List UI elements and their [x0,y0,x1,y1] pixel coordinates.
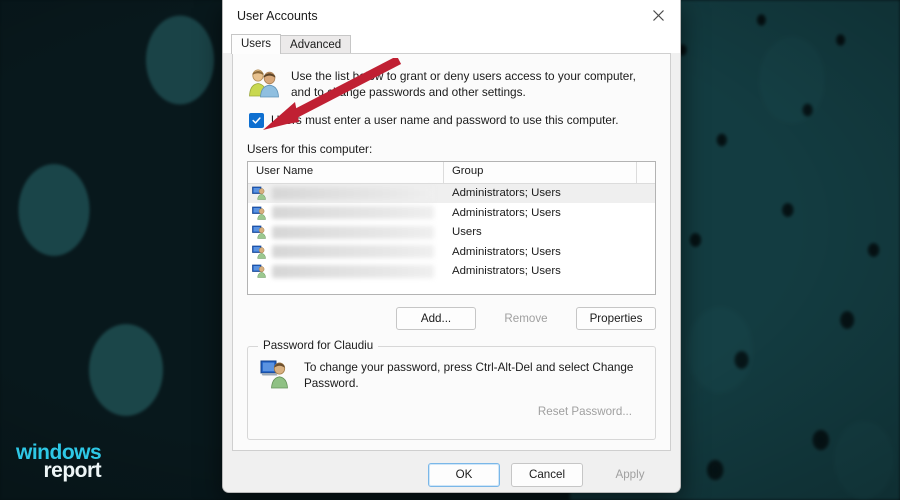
intro-line-2: and to change passwords and other settin… [291,85,526,100]
column-header-spacer[interactable] [637,162,655,183]
cell-group: Administrators; Users [452,187,561,200]
cell-group: Users [452,226,482,239]
users-listview-body: Administrators; Users Administrators; Us… [248,183,655,282]
redacted-user-name [272,264,434,278]
cell-user-name [248,206,444,220]
table-row[interactable]: Administrators; Users [248,203,655,223]
dialog-title: User Accounts [237,8,318,23]
dialog-footer: OK Cancel Apply [223,450,680,492]
properties-button[interactable]: Properties [576,306,656,330]
list-action-buttons: Add... Remove Properties [247,306,656,330]
column-header-user-name[interactable]: User Name [248,161,444,183]
users-listview[interactable]: User Name Group Administrators; Users Ad… [247,160,656,295]
user-account-icon [252,225,266,240]
password-instruction-text: To change your password, press Ctrl-Alt-… [304,360,634,390]
users-tab-panel: Use the list below to grant or deny user… [232,53,671,451]
tab-users-label: Users [241,38,272,50]
cell-user-name [248,186,444,201]
user-account-icon [252,264,266,279]
ok-button[interactable]: OK [428,462,500,487]
reset-password-button: Reset Password... [537,404,632,418]
apply-button: Apply [615,468,645,482]
remove-button: Remove [504,311,548,325]
redacted-user-name [272,245,434,259]
table-row[interactable]: Administrators; Users [248,262,655,282]
dialog-titlebar: User Accounts [223,0,680,31]
two-users-icon [249,69,279,98]
cell-user-name [248,225,444,240]
cell-group: Administrators; Users [452,206,561,219]
require-login-checkbox-row[interactable]: Users must enter a user name and passwor… [249,112,656,128]
tab-users[interactable]: Users [231,34,282,54]
cell-user-name [248,245,444,259]
user-account-icon [252,186,266,201]
user-monitor-icon [260,360,288,388]
redacted-user-name [272,186,434,200]
watermark-line-2: report [43,459,102,483]
add-button[interactable]: Add... [396,306,476,330]
users-list-label: Users for this computer: [247,141,373,156]
cell-group: Administrators; Users [452,265,561,278]
column-header-group[interactable]: Group [444,161,637,183]
reset-password-row: Reset Password... [260,400,643,423]
intro-line-1: Use the list below to grant or deny user… [291,69,636,83]
user-account-icon [252,245,266,259]
cell-group: Administrators; Users [452,245,561,258]
table-row[interactable]: Users [248,223,655,243]
password-group-box: Password for Claudiu To change your pass… [247,338,656,440]
users-listview-header: User Name Group [248,161,655,184]
intro-section: Use the list below to grant or deny user… [247,66,656,101]
require-login-checkbox[interactable] [249,112,264,128]
table-row[interactable]: Administrators; Users [248,242,655,262]
table-row[interactable]: Administrators; Users [248,183,655,204]
redacted-user-name [272,225,434,239]
cell-user-name [248,264,444,279]
intro-text: Use the list below to grant or deny user… [291,66,656,101]
require-login-checkbox-label: Users must enter a user name and passwor… [271,113,619,128]
windows-report-watermark: windows report [16,442,102,483]
user-account-icon [252,206,266,220]
tab-advanced[interactable]: Advanced [280,35,352,54]
password-group-legend: Password for Claudiu [258,338,379,352]
screen: windows report User Accounts Users Advan… [0,0,900,500]
tab-strip: Users Advanced [223,31,680,54]
tab-advanced-label: Advanced [290,39,342,51]
close-icon[interactable] [636,0,680,31]
user-accounts-dialog: User Accounts Users Advanced Use the lis… [222,0,681,493]
redacted-user-name [272,206,434,220]
cancel-button[interactable]: Cancel [511,462,583,487]
password-group-content: To change your password, press Ctrl-Alt-… [260,359,643,392]
